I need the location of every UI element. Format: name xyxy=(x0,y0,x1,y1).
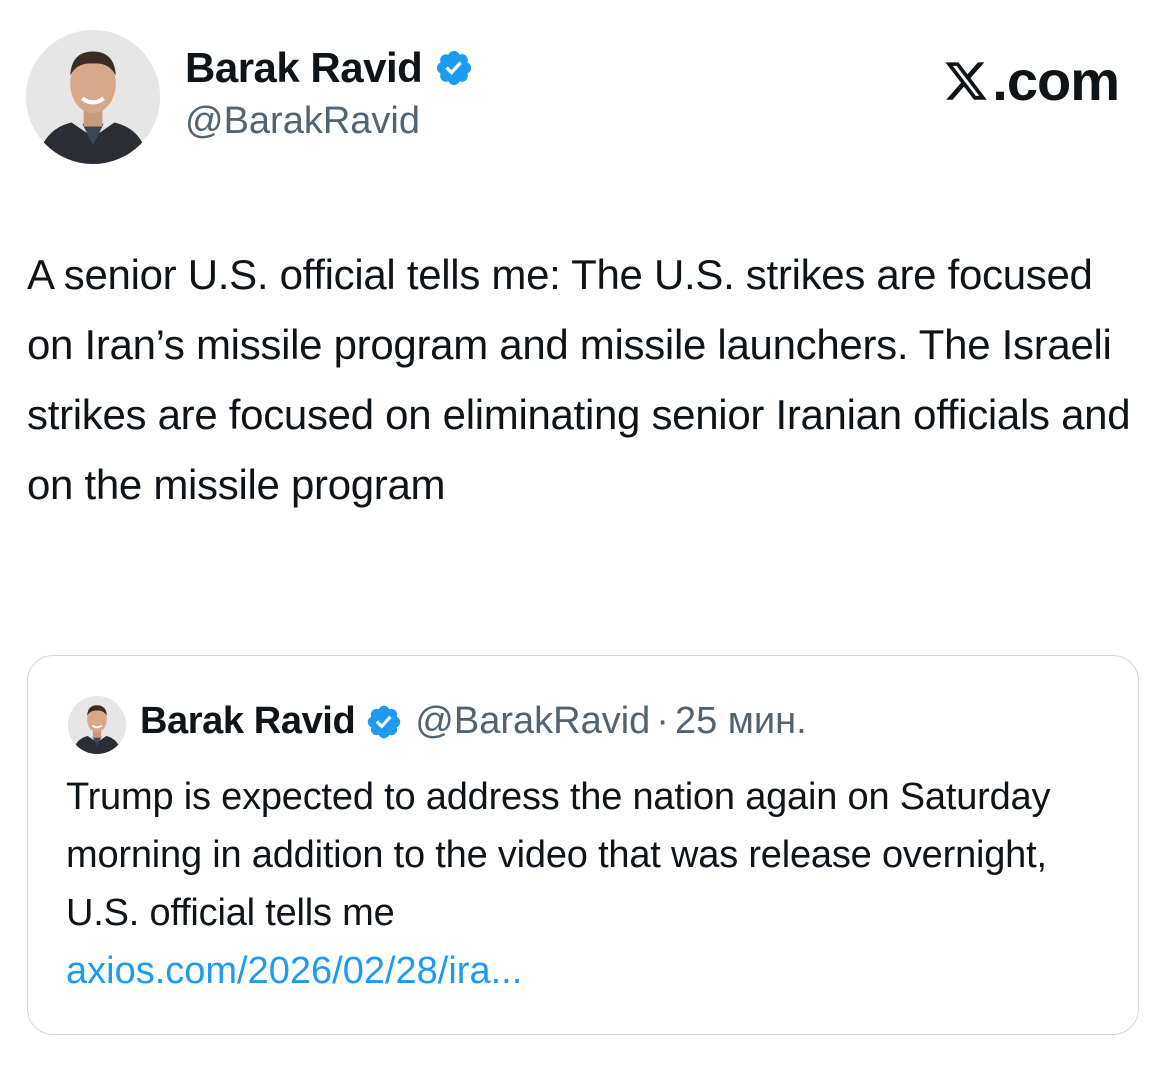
quoted-author-name[interactable]: Barak Ravid xyxy=(140,700,356,743)
quoted-timestamp[interactable]: 25 мин. xyxy=(675,700,807,743)
separator-dot: · xyxy=(656,700,669,742)
author-name[interactable]: Barak Ravid xyxy=(185,44,474,92)
tweet-text: A senior U.S. official tells me: The U.S… xyxy=(27,251,1131,508)
quoted-tweet-link[interactable]: axios.com/2026/02/28/ira... xyxy=(66,942,522,1000)
quoted-author-handle[interactable]: @BarakRavid xyxy=(415,700,650,743)
avatar-photo xyxy=(26,30,160,164)
quoted-tweet-header: Barak Ravid @BarakRavid · 25 мин. xyxy=(140,700,807,743)
verified-badge-icon xyxy=(437,50,472,86)
quoted-tweet-card[interactable]: Barak Ravid @BarakRavid · 25 мин. Trump … xyxy=(27,655,1139,1035)
avatar-photo xyxy=(68,696,126,754)
x-logo-icon xyxy=(945,61,988,100)
author-avatar[interactable] xyxy=(26,30,160,164)
brand-text: .com xyxy=(992,49,1120,112)
verified-badge-icon xyxy=(368,705,401,738)
quoted-tweet-text: Trump is expected to address the nation … xyxy=(66,776,1051,934)
brand-watermark: .com xyxy=(943,48,1120,113)
author-handle[interactable]: @BarakRavid xyxy=(185,100,420,143)
author-name-text[interactable]: Barak Ravid xyxy=(185,44,423,92)
quoted-author-avatar[interactable] xyxy=(68,696,126,754)
